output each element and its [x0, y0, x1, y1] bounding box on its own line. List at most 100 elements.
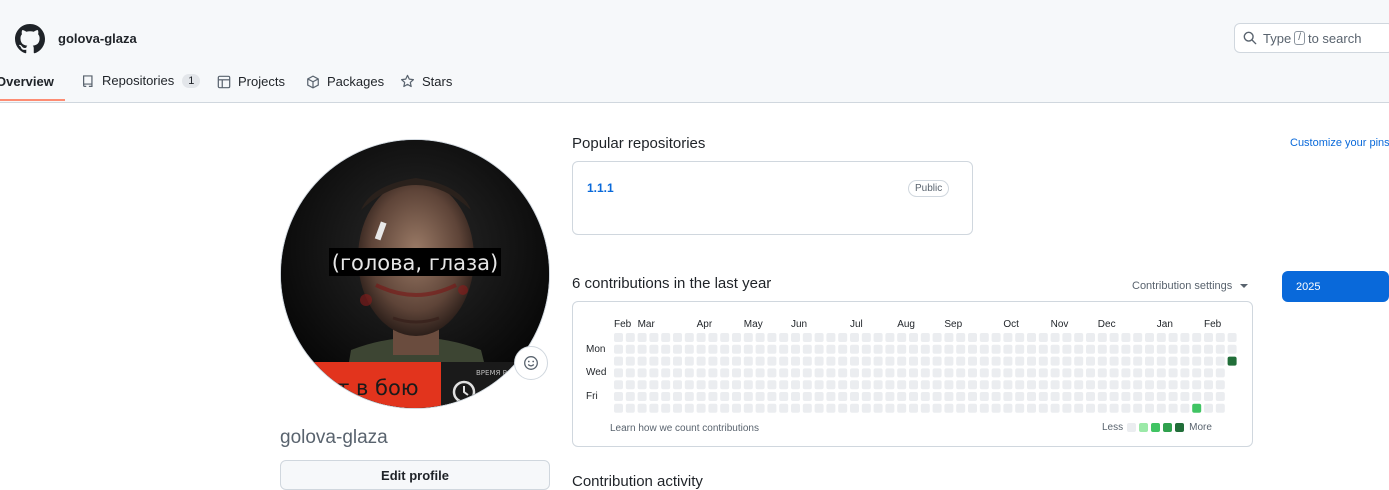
contribution-day[interactable] [979, 368, 989, 378]
contribution-day[interactable] [968, 344, 977, 354]
contribution-day[interactable] [885, 403, 895, 413]
contribution-day[interactable] [1097, 368, 1107, 378]
contribution-day[interactable] [1192, 333, 1202, 342]
contribution-day[interactable] [1145, 344, 1154, 354]
contribution-day[interactable] [838, 368, 848, 378]
contribution-day[interactable] [932, 392, 942, 401]
tab-projects[interactable]: Projects [217, 74, 285, 89]
contribution-day[interactable] [1168, 344, 1178, 354]
contribution-day[interactable] [897, 356, 907, 366]
contribution-day[interactable] [920, 380, 930, 390]
contribution-day[interactable] [991, 333, 1001, 342]
contribution-day[interactable] [873, 403, 883, 413]
contribution-day[interactable] [873, 380, 883, 390]
contribution-day[interactable] [814, 344, 824, 354]
contribution-day[interactable] [732, 356, 741, 366]
contribution-day[interactable] [1168, 356, 1178, 366]
contribution-day[interactable] [861, 380, 871, 390]
contribution-day[interactable] [1027, 344, 1036, 354]
contribution-day[interactable] [944, 333, 954, 342]
contribution-day[interactable] [956, 403, 966, 413]
contribution-day[interactable] [1121, 356, 1131, 366]
contribution-day[interactable] [614, 403, 623, 413]
contribution-day[interactable] [673, 344, 682, 354]
contribution-day[interactable] [1003, 368, 1013, 378]
contribution-day[interactable] [1168, 392, 1178, 401]
contribution-day[interactable] [743, 380, 753, 390]
tab-packages[interactable]: Packages [306, 74, 384, 89]
contribution-day[interactable] [826, 403, 836, 413]
contribution-day[interactable] [625, 403, 635, 413]
contribution-day[interactable] [1086, 368, 1095, 378]
contribution-day[interactable] [838, 392, 848, 401]
contribution-day[interactable] [779, 356, 789, 366]
contribution-day[interactable] [802, 368, 812, 378]
contribution-day[interactable] [1215, 356, 1225, 366]
contribution-day[interactable] [661, 403, 671, 413]
contribution-day[interactable] [1133, 392, 1143, 401]
contribution-day[interactable] [897, 380, 907, 390]
contribution-day[interactable] [637, 380, 647, 390]
contribution-day[interactable] [1015, 333, 1025, 342]
contribution-day[interactable] [1192, 380, 1202, 390]
contribution-day[interactable] [767, 344, 777, 354]
contribution-day[interactable] [1227, 356, 1237, 366]
contribution-day[interactable] [720, 392, 730, 401]
contribution-day[interactable] [1204, 356, 1213, 366]
contribution-day[interactable] [720, 368, 730, 378]
contribution-day[interactable] [1086, 403, 1095, 413]
contribution-day[interactable] [732, 380, 741, 390]
contribution-day[interactable] [1097, 356, 1107, 366]
contribution-day[interactable] [979, 380, 989, 390]
contribution-day[interactable] [625, 368, 635, 378]
contribution-day[interactable] [1074, 403, 1084, 413]
contribution-day[interactable] [885, 392, 895, 401]
contribution-day[interactable] [1109, 344, 1119, 354]
contribution-day[interactable] [1204, 380, 1213, 390]
contribution-day[interactable] [909, 368, 918, 378]
contribution-day[interactable] [861, 356, 871, 366]
contribution-day[interactable] [1121, 333, 1131, 342]
contribution-day[interactable] [802, 380, 812, 390]
contribution-day[interactable] [826, 356, 836, 366]
contribution-day[interactable] [873, 344, 883, 354]
contribution-day[interactable] [1074, 356, 1084, 366]
contribution-day[interactable] [637, 392, 647, 401]
contribution-day[interactable] [684, 368, 694, 378]
contribution-day[interactable] [1003, 333, 1013, 342]
contribution-day[interactable] [1086, 333, 1095, 342]
contribution-day[interactable] [1062, 392, 1072, 401]
contribution-day[interactable] [791, 368, 800, 378]
contribution-day[interactable] [649, 380, 659, 390]
contribution-day[interactable] [956, 344, 966, 354]
contribution-day[interactable] [1156, 368, 1166, 378]
contribution-day[interactable] [1121, 392, 1131, 401]
contribution-day[interactable] [767, 380, 777, 390]
contribution-day[interactable] [1204, 392, 1213, 401]
contribution-day[interactable] [732, 368, 741, 378]
contribution-day[interactable] [979, 356, 989, 366]
contribution-day[interactable] [649, 392, 659, 401]
contribution-day[interactable] [637, 344, 647, 354]
contribution-day[interactable] [614, 356, 623, 366]
contribution-day[interactable] [861, 344, 871, 354]
contribution-day[interactable] [991, 380, 1001, 390]
tab-overview[interactable]: Overview [0, 74, 54, 89]
contribution-day[interactable] [1145, 333, 1154, 342]
contribution-day[interactable] [791, 403, 800, 413]
contribution-day[interactable] [1192, 403, 1202, 413]
contribution-day[interactable] [1003, 344, 1013, 354]
contribution-day[interactable] [708, 380, 718, 390]
contribution-day[interactable] [649, 356, 659, 366]
contribution-day[interactable] [779, 403, 789, 413]
contribution-day[interactable] [861, 392, 871, 401]
contribution-day[interactable] [944, 380, 954, 390]
contribution-day[interactable] [920, 403, 930, 413]
contribution-day[interactable] [708, 392, 718, 401]
contribution-day[interactable] [767, 392, 777, 401]
contribution-day[interactable] [1015, 344, 1025, 354]
contribution-day[interactable] [755, 333, 765, 342]
contribution-day[interactable] [791, 392, 800, 401]
contribution-day[interactable] [932, 380, 942, 390]
contribution-day[interactable] [979, 392, 989, 401]
